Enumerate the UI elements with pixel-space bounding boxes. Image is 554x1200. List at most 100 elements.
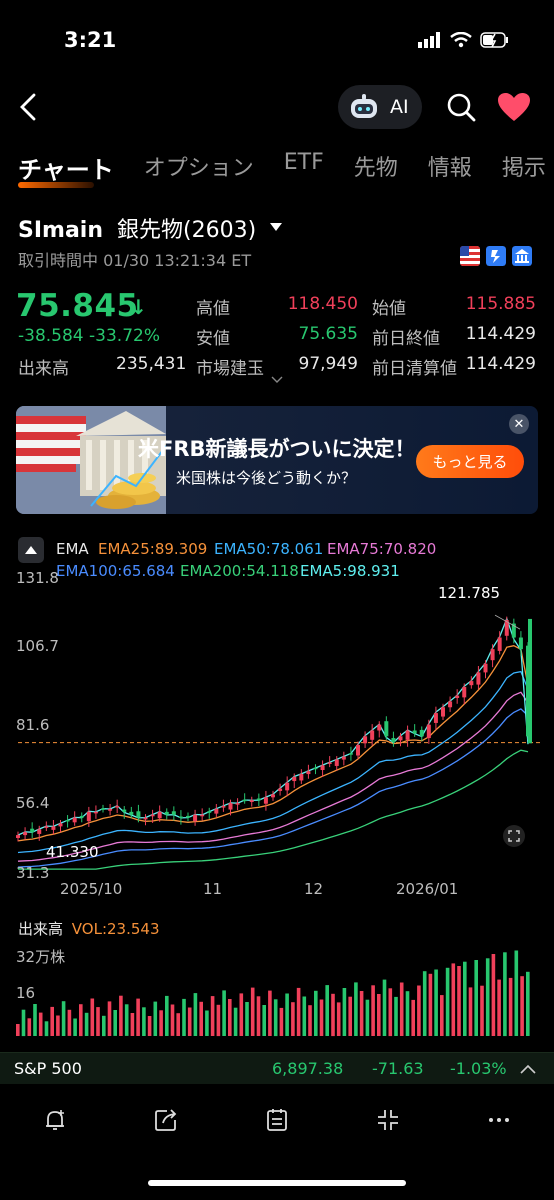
candle-body [391,738,396,743]
volume-bar [84,1012,89,1036]
banner-more-button[interactable]: もっと見る [416,445,524,478]
y-tick-label: 81.6 [16,716,50,734]
volume-bar [107,1001,112,1036]
open-interest-value: 97,949 [298,354,358,374]
chevron-down-icon[interactable] [270,223,282,231]
chevron-up-icon[interactable] [520,1064,536,1074]
volume-title: 出来高 [18,920,64,938]
candle-body [221,806,226,808]
volume-bar [388,988,393,1037]
volume-bar [124,1004,129,1036]
volume-bar [90,998,95,1036]
volume-bar [61,1001,66,1036]
tab-options[interactable]: オプション [144,150,254,185]
banner-title: 米FRB新議長がついに決定！ [138,437,416,461]
volume-bar [308,1005,312,1036]
search-icon[interactable] [446,92,476,122]
candle-body [228,803,233,810]
volume-bar [451,963,456,1036]
volume-bar [153,1001,158,1036]
candle-body [292,776,297,782]
volume-bar [399,982,404,1036]
index-ticker-bar[interactable]: S&P 500 6,897.38 -71.63 -1.03% [0,1052,554,1084]
candle-body [370,730,375,740]
expand-chevron-icon[interactable] [271,376,283,384]
volume-bar [428,973,433,1036]
y-tick-label: 56.4 [16,794,50,812]
symbol-selector[interactable]: SImain 銀先物(2603) [18,212,256,244]
candle-body [334,759,339,766]
tab-chart[interactable]: チャート [18,150,114,185]
open-interest-label: 市場建玉 [196,359,264,379]
low-marker-label: 41.330 [46,843,99,861]
index-change-pct: -1.03% [450,1059,507,1078]
price-chart[interactable] [0,580,554,880]
expand-chart-icon[interactable] [503,825,525,847]
candle-body [455,695,460,698]
volume-bar [159,1010,163,1037]
candle-body [157,811,162,819]
more-icon[interactable] [486,1107,512,1133]
ai-label: AI [390,96,409,118]
tab-etf[interactable]: ETF [284,150,324,185]
candle-body [200,814,205,817]
share-icon[interactable] [153,1107,179,1133]
low-label: 安値 [196,329,230,349]
candle-body [242,799,247,802]
index-change: -71.63 [372,1059,424,1078]
bottom-toolbar [0,1100,554,1140]
volume-bar [480,985,484,1036]
volume-bar [440,995,444,1036]
status-icons [418,32,510,48]
ema50-line [17,670,529,854]
candle-body [23,832,28,836]
tab-bar: チャート オプション ETF 先物 情報 掲示 [18,150,554,185]
favorite-heart-icon[interactable] [497,92,531,122]
volume-bar [67,1009,72,1036]
index-value: 6,897.38 [272,1059,344,1078]
down-arrow-icon: ↓ [130,295,147,319]
home-indicator [148,1180,406,1186]
volume-bar [325,985,329,1036]
triangle-up-icon [25,546,37,554]
ema5-value: EMA5:98.931 [300,562,400,580]
volume-bar [417,985,421,1036]
ema75-value: EMA75:70.820 [327,540,437,558]
volume-bar [102,1015,106,1037]
banner-subtitle: 米国株は今後どう動くか？ [176,469,357,487]
volume-bar [314,990,318,1036]
candle-body [433,713,438,723]
ai-button[interactable]: AI [338,85,422,129]
volume-bar [228,999,232,1036]
tab-board[interactable]: 掲示 [502,150,546,185]
collapse-indicator-button[interactable] [18,537,44,563]
volume-bar [319,999,324,1036]
candle-body [285,782,290,791]
prev-settle-value: 114.429 [465,354,536,374]
volume-bar [474,960,478,1036]
candle-body [249,800,254,802]
candle-body [518,637,523,650]
tab-futures[interactable]: 先物 [354,150,398,185]
candle-body [419,729,424,737]
high-marker-label: 121.785 [438,584,501,602]
open-label: 始値 [372,299,406,319]
back-icon[interactable] [14,92,44,122]
candle-body [483,663,488,673]
close-icon[interactable]: ✕ [509,414,529,434]
alert-icon[interactable] [42,1107,68,1133]
low-value: 75.635 [298,324,358,344]
volume-bar [377,994,381,1036]
x-tick-label: 2026/01 [396,880,459,898]
notes-icon[interactable] [264,1107,290,1133]
candle-body [186,815,190,818]
volume-bar [73,1018,77,1036]
candle-body [93,811,98,814]
tab-info[interactable]: 情報 [428,150,472,185]
fullscreen-icon[interactable] [375,1107,401,1133]
candle-body [356,745,360,756]
volume-bar [56,1015,60,1036]
volume-bar [285,993,289,1036]
volume-bar [503,952,507,1037]
candle-body [412,730,417,734]
